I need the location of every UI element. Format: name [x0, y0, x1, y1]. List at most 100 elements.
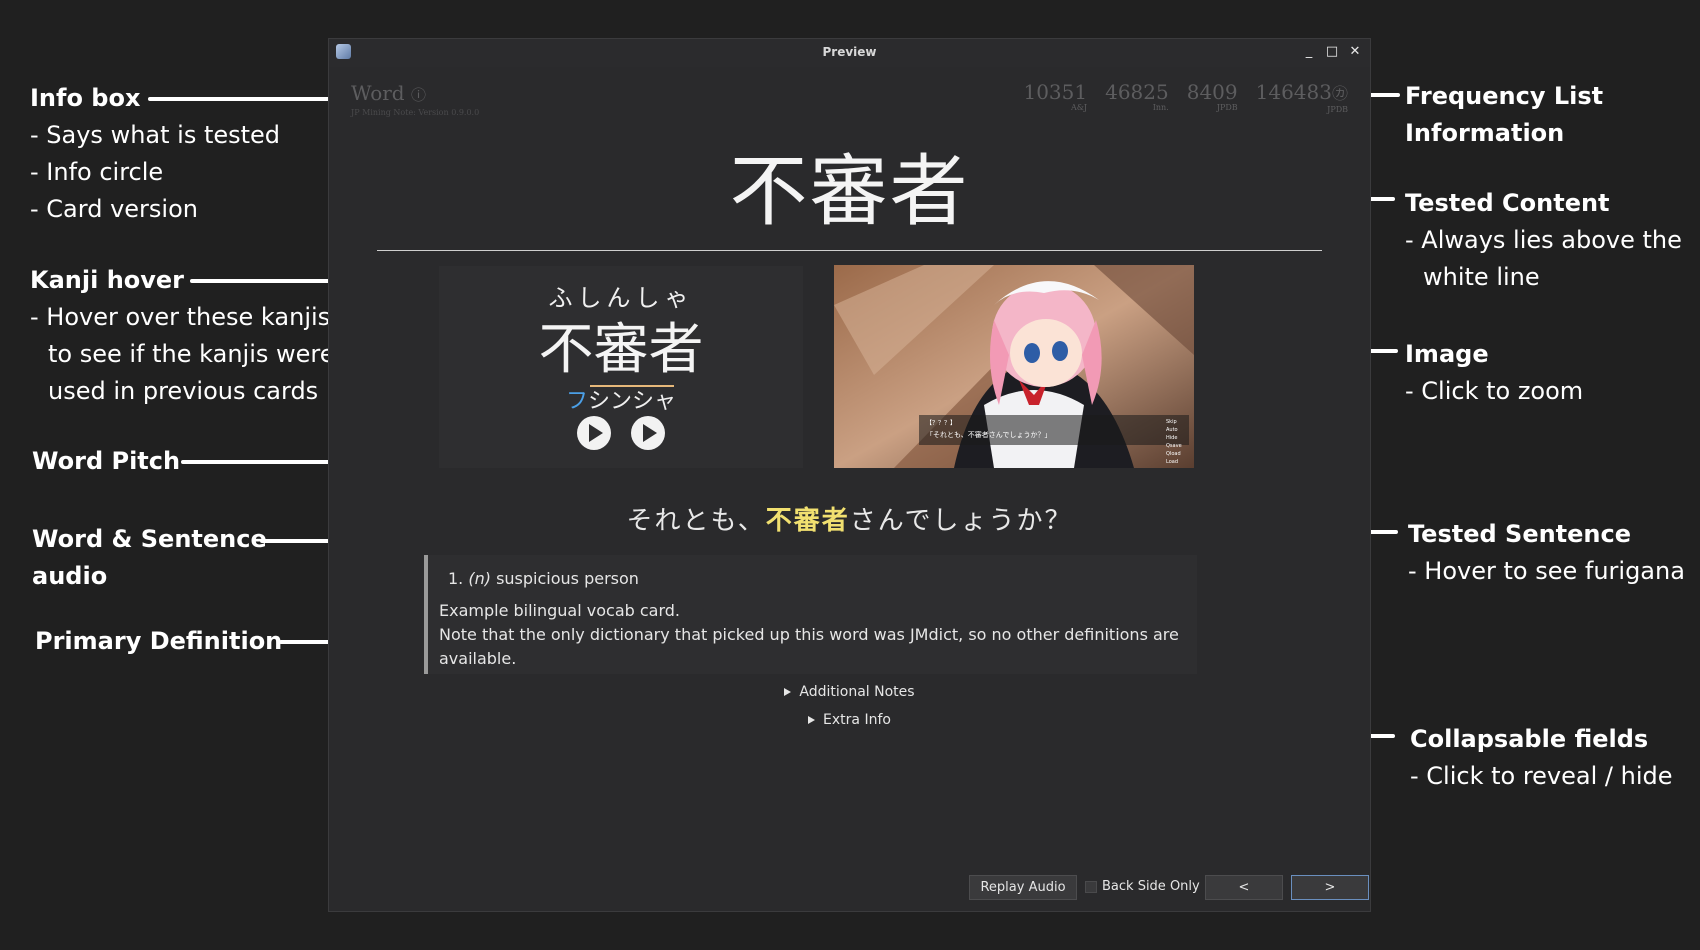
frequency-list: 10351 A&J 46825 Inn. 8409 JPDB 146483㋕ J… — [1023, 81, 1348, 115]
definition-gloss: suspicious person — [496, 569, 639, 588]
overlay-speaker: 【？？？】 — [926, 420, 956, 427]
divider-line — [377, 250, 1322, 251]
annotation-tested-content: Tested Content - Always lies above the w… — [1405, 185, 1682, 296]
title-bar[interactable]: Preview _ □ ✕ — [329, 39, 1370, 67]
overlay-menu-item: Load — [1166, 459, 1178, 465]
sentence-after: さんでしょうか？ — [849, 506, 1073, 536]
sentence-audio-play-icon[interactable] — [630, 416, 665, 450]
kanji-hover[interactable]: 不審者 — [439, 304, 803, 384]
frequency-source: JPDB — [1327, 105, 1348, 114]
collapsible-label: Extra Info — [823, 712, 891, 728]
annotation-image: Image - Click to zoom — [1405, 336, 1583, 410]
overlay-line: 「それとも、不審者さんでしょうか？」 — [926, 430, 1051, 439]
annotation-title: Information — [1405, 119, 1565, 147]
definition-note: Note that the only dictionary that picke… — [439, 625, 1179, 644]
annotation-title: audio — [32, 562, 108, 590]
card-version: JP Mining Note: Version 0.9.0.0 — [351, 108, 480, 117]
card-image[interactable]: 【？？？】 「それとも、不審者さんでしょうか？」 Skip Auto Hide … — [834, 265, 1194, 468]
frequency-item: 8409 JPDB — [1187, 81, 1238, 115]
overlay-menu-item: Qload — [1166, 451, 1181, 457]
annotation-title: Collapsable fields — [1410, 725, 1649, 753]
pitch-high-mora: フ — [565, 389, 588, 414]
expand-triangle-icon — [784, 688, 792, 696]
annotation-line: - Always lies above the — [1405, 226, 1682, 254]
definition-item: 1. (n) suspicious person — [439, 567, 1185, 591]
card-content: Word ⓘ JP Mining Note: Version 0.9.0.0 1… — [329, 67, 1370, 911]
definition-note: available. — [439, 649, 517, 668]
annotation-title: Tested Content — [1405, 189, 1610, 217]
info-box: Word ⓘ — [351, 81, 426, 105]
annotation-title: Word & Sentence — [32, 525, 267, 553]
annotation-word-pitch: Word Pitch — [32, 443, 180, 480]
annotation-kanji-hover: Kanji hover - Hover over these kanjis to… — [30, 262, 335, 410]
annotation-tested-sentence: Tested Sentence - Hover to see furigana — [1408, 516, 1685, 590]
preview-window: Preview _ □ ✕ Word ⓘ JP Mining Note: Ver… — [328, 38, 1371, 912]
frequency-value: 10351 — [1023, 80, 1088, 104]
annotation-line: - Card version — [30, 195, 198, 223]
frequency-source: Inn. — [1152, 103, 1169, 112]
annotation-title: Kanji hover — [30, 266, 185, 294]
overlay-menu-item: Auto — [1166, 427, 1178, 433]
tested-sentence[interactable]: それとも、不審者さんでしょうか？ — [329, 500, 1370, 537]
pitch-rest: シンシャ — [588, 389, 677, 414]
annotation-audio: Word & Sentence audio — [32, 521, 267, 595]
collapsible-extra-info[interactable]: Extra Info — [329, 712, 1370, 728]
illustration-image: 【？？？】 「それとも、不審者さんでしょうか？」 Skip Auto Hide … — [834, 265, 1194, 468]
minimize-button[interactable]: _ — [1301, 44, 1317, 60]
primary-definition: 1. (n) suspicious person Example bilingu… — [424, 555, 1197, 674]
annotation-title: Word Pitch — [32, 447, 181, 475]
annotation-primary-definition: Primary Definition — [35, 623, 282, 660]
sentence-before: それとも、 — [626, 506, 766, 536]
frequency-value: 8409 — [1186, 80, 1238, 104]
frequency-item: 146483㋕ JPDB — [1256, 81, 1348, 115]
annotation-line: to see if the kanjis were — [48, 340, 335, 368]
annotation-line: - Hover over these kanjis — [30, 303, 331, 331]
back-side-only-label: Back Side Only — [1102, 879, 1200, 894]
overlay-menu-item: Qsave — [1166, 443, 1182, 449]
bottom-bar: Replay Audio Back Side Only < > — [329, 875, 1370, 911]
annotation-frequency: Frequency List Information — [1405, 78, 1603, 152]
word-audio-play-icon[interactable] — [577, 416, 612, 450]
annotation-line: - Hover to see furigana — [1408, 557, 1685, 585]
previous-button[interactable]: < — [1205, 875, 1283, 900]
frequency-item: 46825 Inn. — [1105, 81, 1169, 115]
frequency-value: 146483 — [1255, 80, 1332, 104]
definition-number: 1. — [448, 569, 464, 588]
frequency-item: 10351 A&J — [1023, 81, 1087, 115]
annotation-title: Primary Definition — [35, 627, 283, 655]
annotation-title: Image — [1405, 340, 1489, 368]
annotation-line: - Info circle — [30, 158, 164, 186]
back-side-only-checkbox[interactable] — [1085, 881, 1097, 893]
next-button[interactable]: > — [1291, 875, 1369, 900]
annotation-line: - Click to reveal / hide — [1410, 762, 1673, 790]
annotation-line: used in previous cards — [48, 377, 319, 405]
frequency-value: 46825 — [1105, 80, 1169, 104]
audio-buttons — [439, 416, 803, 454]
annotation-info-box: Info box - Says what is tested - Info ci… — [30, 80, 280, 228]
frequency-source: JPDB — [1216, 103, 1238, 112]
definition-pos: (n) — [468, 569, 491, 588]
annotation-line: - Click to zoom — [1405, 377, 1584, 405]
collapsible-label: Additional Notes — [799, 684, 915, 700]
annotation-line: white line — [1423, 263, 1540, 291]
overlay-menu-item: Skip — [1166, 419, 1177, 425]
close-button[interactable]: ✕ — [1347, 44, 1363, 60]
info-circle-icon[interactable]: ⓘ — [411, 86, 426, 104]
window-title: Preview — [822, 45, 877, 59]
annotation-line: - Says what is tested — [30, 121, 281, 149]
word-reading-box: ふしんしゃ 不審者 フシンシャ — [439, 266, 803, 468]
annotation-title: Info box — [30, 84, 141, 112]
annotation-title: Tested Sentence — [1408, 520, 1632, 548]
maximize-button[interactable]: □ — [1324, 44, 1340, 60]
annotation-title: Frequency List — [1405, 82, 1604, 110]
info-label: Word — [351, 81, 405, 105]
word-pitch: フシンシャ — [439, 383, 803, 415]
replay-audio-button[interactable]: Replay Audio — [969, 875, 1077, 900]
annotation-collapsable: Collapsable fields - Click to reveal / h… — [1410, 721, 1673, 795]
tested-word: 不審者 — [729, 147, 970, 237]
frequency-info-icon[interactable]: ㋕ — [1332, 84, 1348, 103]
frequency-source: A&J — [1070, 103, 1088, 112]
definition-note: Example bilingual vocab card. — [439, 601, 681, 620]
sentence-highlight: 不審者 — [765, 506, 850, 536]
collapsible-additional-notes[interactable]: Additional Notes — [329, 684, 1370, 700]
